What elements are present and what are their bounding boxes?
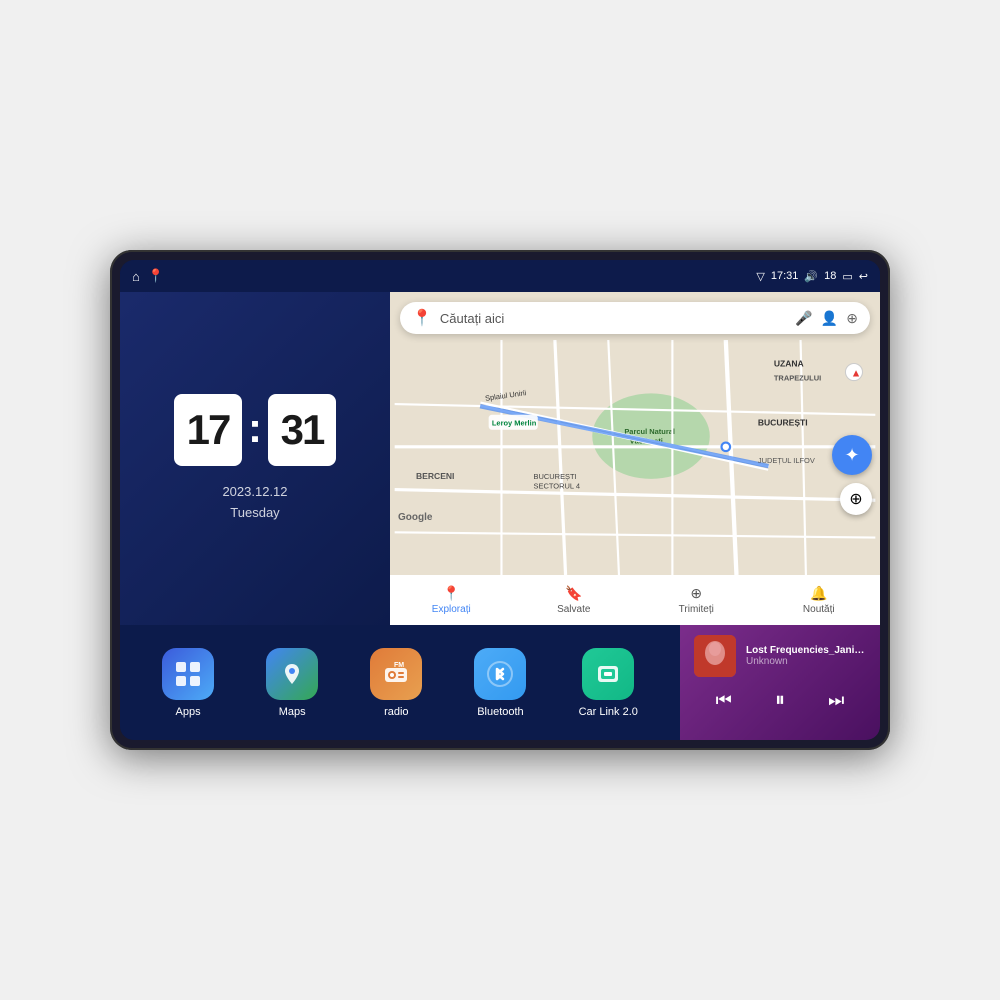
map-bottom-nav: 📍 Explorați 🔖 Salvate ⊕ Trimiteți 🔔: [390, 575, 880, 625]
bluetooth-label: Bluetooth: [477, 706, 523, 718]
play-pause-button[interactable]: ⏸: [767, 685, 793, 716]
svg-text:FM: FM: [394, 662, 404, 669]
radio-label: radio: [384, 706, 408, 718]
status-time: 17:31: [771, 270, 799, 282]
status-bar: ⌂ 📍 ▽ 17:31 🔊 18 ▭ ↩: [120, 260, 880, 292]
map-nav-saved[interactable]: 🔖 Salvate: [513, 575, 636, 625]
music-panel: Lost Frequencies_Janieck Devy-... Unknow…: [680, 625, 880, 740]
navigate-button[interactable]: ✦: [832, 435, 872, 475]
clock-panel: 17 : 31 2023.12.12 Tuesday: [120, 292, 390, 625]
map-background: Parcul Natural Văcărești: [390, 340, 880, 575]
map-search-bar[interactable]: 📍 Căutați aici 🎤 👤 ⊕: [400, 302, 870, 334]
svg-text:BUCUREȘTI: BUCUREȘTI: [758, 417, 808, 427]
app-item-apps[interactable]: Apps: [162, 648, 214, 718]
device: ⌂ 📍 ▽ 17:31 🔊 18 ▭ ↩ 17 :: [110, 250, 890, 750]
map-search-actions: 🎤 👤 ⊕: [795, 310, 858, 327]
maps-label: Maps: [279, 706, 306, 718]
volume-icon: 🔊: [804, 270, 818, 283]
svg-text:▲: ▲: [851, 367, 862, 379]
map-nav-news-label: Noutăți: [803, 604, 835, 615]
location-icon: ⊕: [849, 489, 862, 509]
explore-icon: 📍: [443, 585, 460, 602]
music-artist: Unknown: [746, 656, 866, 667]
svg-text:JUDEȚUL ILFOV: JUDEȚUL ILFOV: [758, 456, 815, 465]
maps-app-icon: [266, 648, 318, 700]
mic-icon[interactable]: 🎤: [795, 310, 812, 327]
music-title: Lost Frequencies_Janieck Devy-...: [746, 645, 866, 656]
music-controls: ⏮ ⏸ ⏭: [694, 685, 866, 716]
date-info: 2023.12.12 Tuesday: [222, 482, 287, 524]
layers-icon[interactable]: ⊕: [846, 310, 858, 327]
compass-icon: ✦: [844, 445, 859, 466]
news-icon: 🔔: [810, 585, 827, 602]
maps-pin-icon: 📍: [412, 308, 432, 328]
app-item-radio[interactable]: FM radio: [370, 648, 422, 718]
status-left-icons: ⌂ 📍: [132, 268, 164, 284]
send-icon: ⊕: [690, 585, 702, 602]
location-button[interactable]: ⊕: [840, 483, 872, 515]
next-button[interactable]: ⏭: [820, 686, 852, 715]
clock-display: 17 : 31: [174, 394, 336, 466]
back-icon[interactable]: ↩: [859, 270, 868, 283]
app-item-carlink[interactable]: Car Link 2.0: [579, 648, 638, 718]
svg-text:BUCUREȘTI: BUCUREȘTI: [534, 472, 577, 481]
music-text: Lost Frequencies_Janieck Devy-... Unknow…: [746, 645, 866, 667]
bottom-row: Apps Maps: [120, 625, 880, 740]
svg-text:SECTORUL 4: SECTORUL 4: [534, 481, 581, 490]
svg-text:TRAPEZULUI: TRAPEZULUI: [774, 374, 821, 383]
map-nav-explore[interactable]: 📍 Explorați: [390, 575, 513, 625]
saved-icon: 🔖: [565, 585, 582, 602]
carlink-label: Car Link 2.0: [579, 706, 638, 718]
account-icon[interactable]: 👤: [821, 310, 838, 327]
app-item-bluetooth[interactable]: Bluetooth: [474, 648, 526, 718]
svg-text:Leroy Merlin: Leroy Merlin: [492, 418, 537, 427]
clock-minute: 31: [268, 394, 336, 466]
google-logo: Google: [398, 512, 432, 523]
clock-hour: 17: [174, 394, 242, 466]
bluetooth-app-icon: [474, 648, 526, 700]
music-thumbnail: [694, 635, 736, 677]
status-right-info: ▽ 17:31 🔊 18 ▭ ↩: [756, 270, 868, 283]
music-info: Lost Frequencies_Janieck Devy-... Unknow…: [694, 635, 866, 677]
map-nav-saved-label: Salvate: [557, 604, 590, 615]
svg-text:BERCENI: BERCENI: [416, 471, 454, 481]
map-nav-explore-label: Explorați: [432, 604, 471, 615]
carlink-app-icon: [582, 648, 634, 700]
map-search-placeholder[interactable]: Căutați aici: [440, 311, 787, 326]
maps-status-icon[interactable]: 📍: [148, 268, 164, 284]
apps-app-icon: [162, 648, 214, 700]
radio-app-icon: FM: [370, 648, 422, 700]
svg-text:Parcul Natural: Parcul Natural: [624, 427, 675, 436]
main-content: 17 : 31 2023.12.12 Tuesday 📍 Căutați aic…: [120, 292, 880, 740]
volume-level: 18: [824, 270, 836, 282]
apps-label: Apps: [176, 706, 201, 718]
map-svg: Parcul Natural Văcărești: [390, 340, 880, 575]
home-icon[interactable]: ⌂: [132, 269, 140, 284]
top-row: 17 : 31 2023.12.12 Tuesday 📍 Căutați aic…: [120, 292, 880, 625]
clock-colon: :: [248, 404, 262, 452]
map-panel[interactable]: 📍 Căutați aici 🎤 👤 ⊕: [390, 292, 880, 625]
prev-button[interactable]: ⏮: [708, 686, 740, 715]
svg-text:UZANA: UZANA: [774, 359, 804, 369]
screen: ⌂ 📍 ▽ 17:31 🔊 18 ▭ ↩ 17 :: [120, 260, 880, 740]
battery-icon: ▭: [842, 270, 852, 283]
map-nav-news[interactable]: 🔔 Noutăți: [758, 575, 881, 625]
day-text: Tuesday: [222, 503, 287, 524]
date-text: 2023.12.12: [222, 482, 287, 503]
map-nav-send[interactable]: ⊕ Trimiteți: [635, 575, 758, 625]
signal-icon: ▽: [756, 270, 764, 283]
apps-panel: Apps Maps: [120, 625, 680, 740]
map-nav-send-label: Trimiteți: [679, 604, 714, 615]
app-item-maps[interactable]: Maps: [266, 648, 318, 718]
